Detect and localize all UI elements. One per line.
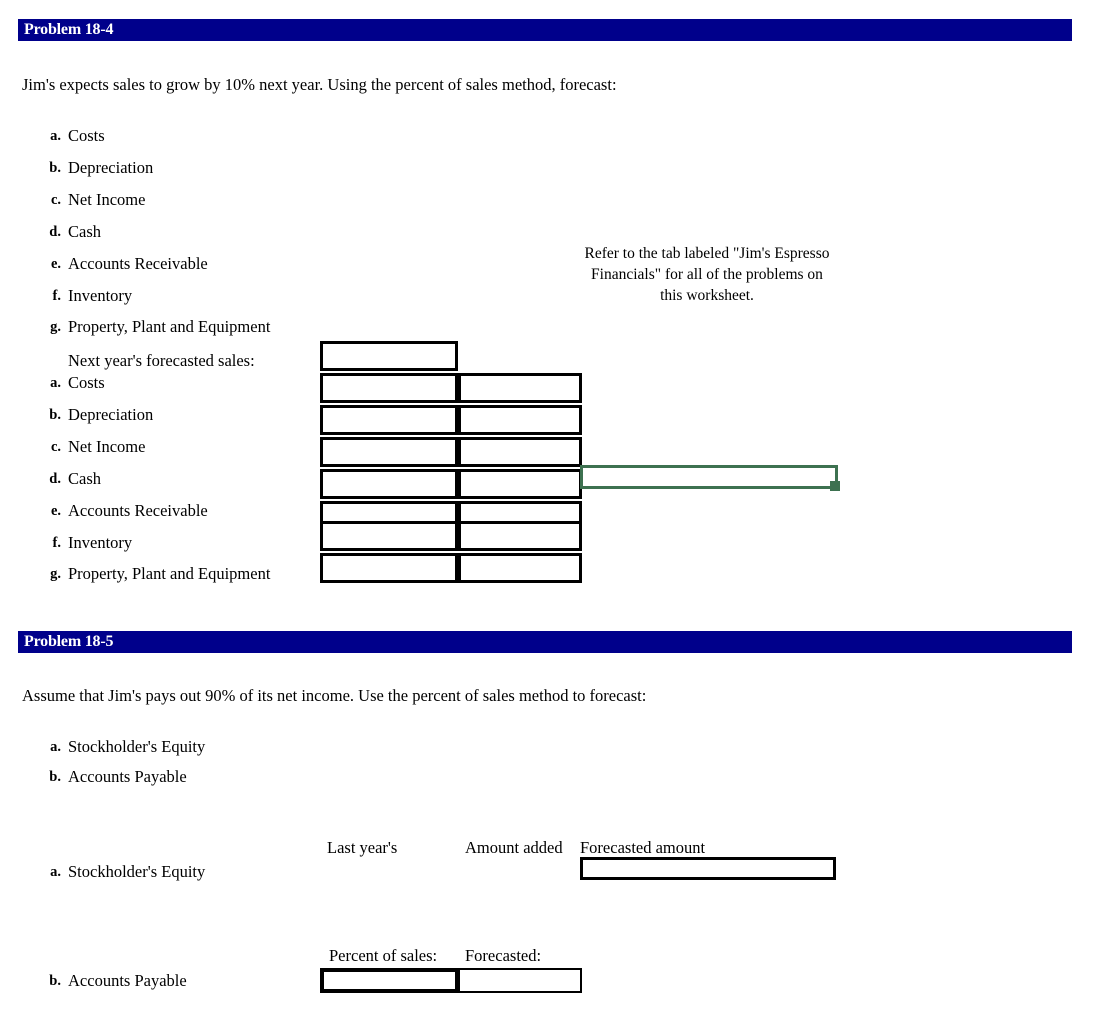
grid-cell-row5-col1[interactable] (320, 469, 458, 499)
problem-18-4-banner: Problem 18-4 (18, 19, 1072, 41)
grid-cell-row5-col2[interactable] (458, 469, 582, 499)
question-item-c: c. Net Income (51, 190, 146, 210)
p185-question-item-b-marker: b. (49, 769, 61, 785)
answer-item-g-label: Property, Plant and Equipment (68, 564, 271, 583)
question-item-g-label: Property, Plant and Equipment (68, 317, 271, 336)
answer-item-b-label: Depreciation (68, 405, 154, 424)
p185-question-item-b: b. Accounts Payable (49, 767, 187, 787)
grid-row (320, 405, 582, 435)
question-item-d: d. Cash (49, 222, 101, 242)
question-item-f-label: Inventory (68, 286, 133, 305)
forecasted-amount-input[interactable] (580, 857, 836, 880)
p185-question-item-a: a. Stockholder's Equity (50, 737, 206, 757)
answer-item-a: a. Costs (50, 373, 105, 393)
grid-cell-row7-col1[interactable] (320, 521, 458, 551)
answer-item-e-marker: e. (50, 503, 61, 519)
question-item-d-label: Cash (68, 222, 101, 241)
answer-item-e-label: Accounts Receivable (68, 501, 208, 520)
grid-cell-row8-col1[interactable] (320, 553, 458, 583)
answer-item-d-marker: d. (49, 471, 61, 487)
grid-cell-row3-col2[interactable] (458, 405, 582, 435)
grid-row (320, 341, 582, 371)
p185-answer-item-a-marker: a. (50, 864, 61, 880)
grid-cell-row2-col1[interactable] (320, 373, 458, 403)
worksheet-reference-note: Refer to the tab labeled "Jim's Espresso… (584, 245, 830, 304)
answer-item-f: f. Inventory (53, 533, 133, 553)
p185-answer-item-a-label: Stockholder's Equity (68, 862, 206, 881)
answer-item-e: e. Accounts Receivable (51, 501, 208, 521)
column-header-percent-of-sales: Percent of sales: (329, 946, 438, 965)
forecasted-input[interactable] (458, 968, 582, 993)
p185-answer-item-b-marker: b. (49, 973, 61, 989)
problem-18-4-prompt: Jim's expects sales to grow by 10% next … (22, 75, 617, 94)
question-item-e-label: Accounts Receivable (68, 254, 208, 273)
answer-item-g: g. Property, Plant and Equipment (50, 564, 271, 584)
question-item-f: f. Inventory (53, 286, 133, 306)
column-header-forecasted: Forecasted: (465, 946, 542, 965)
p185-question-item-a-label: Stockholder's Equity (68, 737, 206, 756)
answer-item-g-marker: g. (50, 566, 61, 582)
question-item-b: b. Depreciation (49, 158, 154, 178)
question-item-e: e. Accounts Receivable (51, 254, 208, 274)
question-item-b-label: Depreciation (68, 158, 154, 177)
grid-cell-row7-col2[interactable] (458, 521, 582, 551)
question-item-a: a. Costs (50, 126, 105, 146)
answer-item-a-label: Costs (68, 373, 105, 392)
grid-cell-row3-col1[interactable] (320, 405, 458, 435)
answer-item-c: c. Net Income (51, 437, 146, 457)
problem-18-5-banner: Problem 18-5 (18, 631, 1072, 653)
grid-cell-row2-col2[interactable] (458, 373, 582, 403)
next-year-forecasted-sales-label: Next year's forecasted sales: (68, 351, 255, 370)
question-item-e-marker: e. (50, 256, 61, 272)
grid-cell-row4-col1[interactable] (320, 437, 458, 467)
fill-handle[interactable] (830, 481, 840, 491)
answer-item-c-label: Net Income (68, 437, 146, 456)
answer-item-b-marker: b. (49, 407, 61, 423)
p185-question-item-b-label: Accounts Payable (68, 767, 187, 786)
column-header-last-years: Last year's (327, 838, 398, 857)
grid-cell-row8-col2[interactable] (458, 553, 582, 583)
question-item-g: g. Property, Plant and Equipment (50, 317, 271, 337)
column-header-amount-added: Amount added (465, 838, 563, 857)
answer-item-f-label: Inventory (68, 533, 133, 552)
p185-answer-item-b-label: Accounts Payable (68, 971, 187, 990)
question-item-c-marker: c. (50, 192, 61, 208)
grid-row (320, 373, 582, 403)
question-item-d-marker: d. (49, 224, 61, 240)
grid-row (320, 521, 582, 551)
question-item-b-marker: b. (49, 160, 61, 176)
grid-cell-row1-col1[interactable] (320, 341, 458, 371)
percent-of-sales-input[interactable] (320, 968, 459, 993)
grid-cell-row4-col2[interactable] (458, 437, 582, 467)
selected-cell-outline[interactable] (580, 465, 838, 489)
answer-item-f-marker: f. (52, 535, 61, 551)
p185-answer-item-a: a. Stockholder's Equity (50, 862, 206, 882)
answer-item-c-marker: c. (50, 439, 61, 455)
question-item-c-label: Net Income (68, 190, 146, 209)
grid-row (320, 437, 582, 467)
problem-18-5-prompt: Assume that Jim's pays out 90% of its ne… (22, 686, 647, 705)
p185-answer-item-b: b. Accounts Payable (49, 971, 187, 991)
question-item-f-marker: f. (52, 288, 61, 304)
worksheet-page: Problem 18-4 Jim's expects sales to grow… (0, 0, 1106, 1014)
question-item-a-label: Costs (68, 126, 105, 145)
question-item-g-marker: g. (50, 319, 61, 335)
answer-item-b: b. Depreciation (49, 405, 154, 425)
answer-item-d: d. Cash (49, 469, 101, 489)
grid-row (320, 553, 582, 583)
forecast-input-grid (320, 341, 582, 583)
p185-question-item-a-marker: a. (50, 739, 61, 755)
question-item-a-marker: a. (50, 128, 61, 144)
answer-item-d-label: Cash (68, 469, 101, 488)
grid-row (320, 469, 582, 499)
answer-item-a-marker: a. (50, 375, 61, 391)
